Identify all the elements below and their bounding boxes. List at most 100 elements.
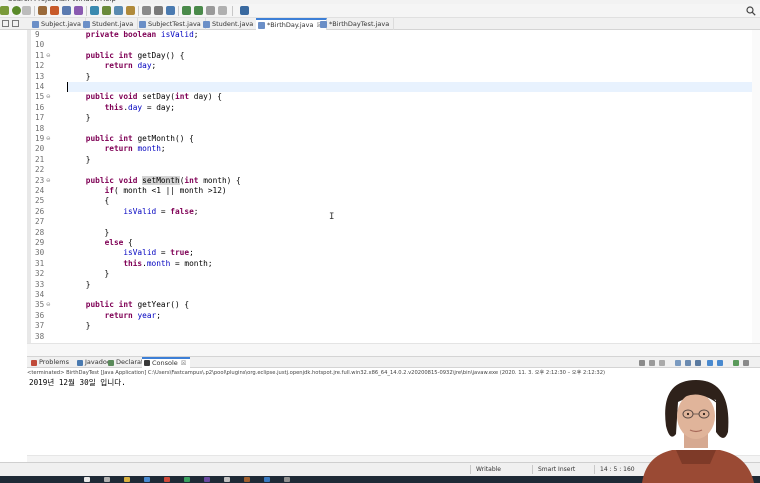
prev-annotation-icon[interactable] [154,6,163,15]
external-tools-icon[interactable] [50,6,59,15]
show-on-output-icon[interactable] [695,360,701,366]
editor-tab[interactable]: Student.java [81,18,139,30]
scroll-lock-icon[interactable] [675,360,681,366]
code-line[interactable]: private boolean isValid; [67,30,199,40]
run-icon[interactable] [12,6,21,15]
app2-icon[interactable] [224,477,230,482]
code-line[interactable]: } [67,113,91,123]
close-tab-icon[interactable]: ☒ [181,360,186,367]
code-line[interactable]: { [67,196,110,206]
chrome-icon[interactable] [164,477,170,482]
file-explorer-icon[interactable] [124,477,130,482]
back-icon[interactable] [182,6,191,15]
line-number: 36 [35,310,45,320]
bottom-tab-problems[interactable]: Problems [29,357,73,368]
remove-all-icon[interactable] [659,360,665,366]
code-line[interactable]: this.day = day; [67,103,175,113]
editor-tab[interactable]: SubjectTest.java [137,18,206,30]
remove-launch-icon[interactable] [649,360,655,366]
code-line[interactable]: } [67,155,91,165]
editor-vertical-scrollbar[interactable] [752,30,760,343]
field-token: isValid [123,248,157,258]
history-icon[interactable] [206,6,215,15]
code-line[interactable]: public int getYear() { [67,300,189,310]
console-output[interactable]: 2019년 12월 30일 입니다. [29,378,126,388]
nav-dropdown-icon[interactable] [218,6,227,15]
code-line[interactable]: return day; [67,61,157,71]
open-perspective-icon[interactable] [240,6,249,15]
editor-tab[interactable]: *BirthDayTest.java [318,18,395,30]
code-line[interactable]: if( month <1 || month >12) [67,186,227,196]
app4-icon[interactable] [264,477,270,482]
taskbar-search-icon[interactable] [104,477,110,482]
app3-icon[interactable] [244,477,250,482]
word-wrap-icon[interactable] [685,360,691,366]
app-icon[interactable] [184,477,190,482]
problems-icon [31,360,37,366]
code-line[interactable]: } [67,269,110,279]
code-line[interactable]: public void setMonth(int month) { [67,175,241,186]
keyword-token: false [170,206,194,216]
search-tool-icon[interactable] [114,6,123,15]
line-number: 20 [35,144,45,154]
fold-collapse-icon[interactable]: ⊖ [46,51,51,61]
minimize-icon[interactable] [2,20,9,27]
code-line[interactable]: public int getDay() { [67,51,185,61]
maximize-icon[interactable] [12,20,19,27]
code-editor[interactable]: 9 10 11 ⊖ 12 13 14 15 ⊖ 16 17 18 19 ⊖ 20 21 22 23 ⊖ 24 25 26 2… [27,30,760,343]
menu-item-project[interactable]: Project [34,0,58,3]
app5-icon[interactable] [284,477,290,482]
code-line[interactable]: else { [67,238,133,248]
code-line[interactable]: } [67,72,91,82]
eclipse-taskbar-icon[interactable] [204,477,210,482]
fold-collapse-icon[interactable]: ⊖ [46,92,51,102]
line-number: 35 [35,300,45,310]
last-edit-icon[interactable] [166,6,175,15]
menu-item-search[interactable]: Search [8,0,32,3]
code-line[interactable]: return year; [67,311,161,321]
new-java-project-icon[interactable] [62,6,71,15]
code-line[interactable]: } [67,228,110,238]
fold-collapse-icon[interactable]: ⊖ [46,134,51,144]
code-line[interactable]: this.month = month; [67,259,212,269]
terminate-icon[interactable] [639,360,645,366]
menu-item-run[interactable]: Run [56,0,69,3]
code-line[interactable] [67,82,757,93]
search-icon[interactable] [746,6,756,16]
annotation-icon[interactable] [126,6,135,15]
code-line[interactable]: } [67,321,91,331]
fold-collapse-icon[interactable]: ⊖ [46,176,51,186]
pin-console-icon[interactable] [707,360,713,366]
code-line[interactable]: public void setDay(int day) { [67,92,222,102]
code-line[interactable]: return month; [67,144,166,154]
display-console-icon[interactable] [717,360,723,366]
start-icon[interactable] [84,477,90,482]
code-token: ; [193,206,199,216]
menu-item-help[interactable]: Help [100,0,116,3]
editor-tab[interactable]: Student.java [201,18,259,30]
editor-tab[interactable]: Subject.java [30,18,86,30]
code-line[interactable]: isValid = false; [67,207,198,217]
new-package-icon[interactable] [74,6,83,15]
open-console-icon[interactable] [733,360,739,366]
edge-icon[interactable] [144,477,150,482]
next-annotation-icon[interactable] [142,6,151,15]
fold-collapse-icon[interactable]: ⊖ [46,300,51,310]
bottom-panel-tab-bar: Problems Javadoc Declaration Console ☒ [27,356,760,368]
menu-item-window[interactable]: Window [72,0,100,3]
editor-horizontal-scrollbar[interactable] [27,343,760,356]
code-line[interactable]: public int getMonth() { [67,134,194,144]
editor-tab[interactable]: *BirthDay.java☒ [256,18,327,30]
debug-icon[interactable] [38,6,47,15]
code-line[interactable]: } [67,280,91,290]
code-line[interactable]: isValid = true; [67,248,193,258]
view-menu-icon[interactable] [743,360,749,366]
bottom-tab-console[interactable]: Console ☒ [142,357,191,368]
new-icon[interactable] [0,6,9,15]
dropdown-icon[interactable] [22,6,31,15]
open-type-icon[interactable] [90,6,99,15]
forward-icon[interactable] [194,6,203,15]
field-token: year [137,310,157,320]
open-task-icon[interactable] [102,6,111,15]
